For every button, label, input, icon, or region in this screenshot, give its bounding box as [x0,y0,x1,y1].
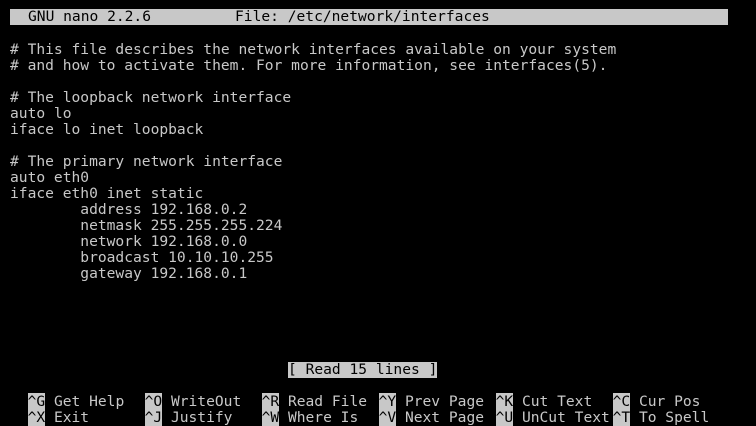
shortcut-cut-text[interactable]: ^K Cut Text [478,378,592,410]
buffer-line[interactable]: # The primary network interface [10,154,282,170]
shortcut-uncut-text[interactable]: ^U UnCut Text [478,394,610,426]
shortcut-prev-page[interactable]: ^Y Prev Page [361,378,484,410]
buffer-line[interactable]: auto lo [10,106,72,122]
shortcut-label: Where Is [287,409,359,426]
shortcut-writeout[interactable]: ^O WriteOut [127,378,241,410]
buffer-line[interactable]: address 192.168.0.2 [10,202,247,218]
shortcut-justify[interactable]: ^J Justify [127,394,232,426]
buffer-line[interactable]: iface lo inet loopback [10,122,203,138]
shortcut-label: Exit [53,409,90,426]
shortcut-key: ^V [378,409,397,426]
buffer-line[interactable]: gateway 192.168.0.1 [10,266,247,282]
shortcut-label: To Spell [638,409,710,426]
shortcut-key: ^W [261,409,280,426]
shortcut-key: ^U [495,409,514,426]
shortcut-key: ^T [612,409,631,426]
buffer-line[interactable]: broadcast 10.10.10.255 [10,250,273,266]
shortcut-get-help[interactable]: ^G Get Help [10,378,124,410]
buffer-line[interactable]: netmask 255.255.255.224 [10,218,282,234]
shortcut-exit[interactable]: ^X Exit [10,394,89,426]
shortcut-label: Next Page [404,409,485,426]
buffer-line[interactable]: # The loopback network interface [10,90,291,106]
buffer-line[interactable]: auto eth0 [10,170,89,186]
buffer-line[interactable]: # and how to activate them. For more inf… [10,58,607,74]
shortcut-key: ^X [27,409,46,426]
shortcut-read-file[interactable]: ^R Read File [244,378,367,410]
app-version: GNU nano 2.2.6 [28,8,152,25]
shortcut-to-spell[interactable]: ^T To Spell [595,394,709,426]
editor-buffer[interactable]: # This file describes the network interf… [0,42,756,362]
file-name: File: /etc/network/interfaces [235,8,490,25]
buffer-line[interactable]: network 192.168.0.0 [10,234,247,250]
status-message: [ Read 15 lines ] [288,361,438,378]
shortcut-label: Justify [170,409,233,426]
shortcut-key: ^J [144,409,163,426]
shortcut-where-is[interactable]: ^W Where Is [244,394,358,426]
buffer-line[interactable]: # This file describes the network interf… [10,42,616,58]
title-bar: GNU nano 2.2.6 File: /etc/network/interf… [10,9,728,25]
buffer-line[interactable]: iface eth0 inet static [10,186,203,202]
shortcut-cur-pos[interactable]: ^C Cur Pos [595,378,700,410]
shortcut-next-page[interactable]: ^V Next Page [361,394,484,426]
